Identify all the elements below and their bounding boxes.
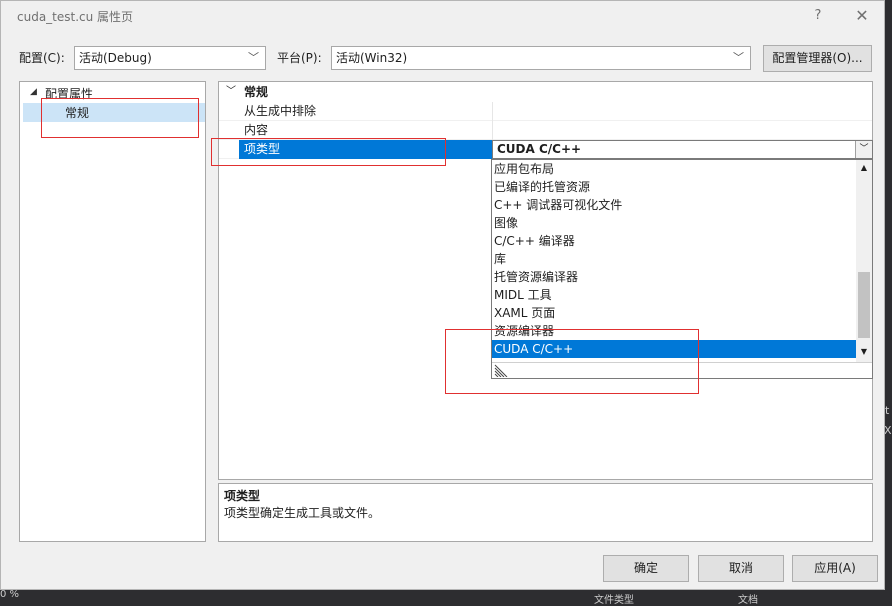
background-text-edge-2: X	[884, 424, 892, 437]
property-row-exclude[interactable]: 从生成中排除	[219, 102, 872, 121]
config-combobox[interactable]: 活动(Debug) ﹀	[74, 46, 266, 70]
dialog-title: cuda_test.cu 属性页	[17, 10, 134, 24]
dropdown-item[interactable]: 已编译的托管资源	[492, 178, 858, 196]
description-text: 项类型确定生成工具或文件。	[224, 506, 381, 520]
background-text-mid: 文件类型	[594, 595, 634, 606]
property-name: 从生成中排除	[244, 104, 317, 118]
dropdown-item[interactable]: XAML 页面	[492, 304, 858, 322]
category-row[interactable]: ﹀ 常规	[219, 82, 872, 102]
description-panel: 项类型 项类型确定生成工具或文件。	[218, 483, 873, 542]
scroll-down-icon[interactable]: ▼	[856, 344, 872, 360]
description-title: 项类型	[224, 489, 261, 503]
help-button[interactable]: ?	[807, 3, 829, 29]
annotation-box-item-type	[211, 138, 446, 166]
column-divider	[492, 121, 493, 140]
dropdown-item[interactable]: MIDL 工具	[492, 286, 858, 304]
combobox-drop-button[interactable]: ﹀	[855, 141, 872, 158]
tree-expand-icon[interactable]: ◢	[30, 87, 37, 97]
apply-button[interactable]: 应用(A)	[792, 555, 878, 582]
background-text-edge-1: t	[885, 404, 890, 417]
item-type-combobox[interactable]: CUDA C/C++ ﹀	[492, 140, 873, 159]
close-button[interactable]: ✕	[849, 3, 875, 29]
platform-label: 平台(P):	[277, 51, 322, 65]
dropdown-item[interactable]: C/C++ 编译器	[492, 232, 858, 250]
platform-combobox[interactable]: 活动(Win32) ﹀	[331, 46, 751, 70]
config-manager-button[interactable]: 配置管理器(O)...	[763, 45, 872, 72]
dropdown-item[interactable]: C++ 调试器可视化文件	[492, 196, 858, 214]
dropdown-scrollbar[interactable]: ▲ ▼	[856, 160, 872, 362]
chevron-down-icon: ﹀	[248, 51, 259, 64]
chevron-down-icon: ﹀	[859, 144, 869, 154]
chevron-down-icon: ﹀	[733, 51, 744, 64]
dropdown-item[interactable]: 托管资源编译器	[492, 268, 858, 286]
config-combobox-value: 活动(Debug)	[79, 51, 152, 65]
ok-button[interactable]: 确定	[603, 555, 689, 582]
column-divider	[492, 102, 493, 121]
collapse-chevron-icon: ﹀	[226, 86, 236, 97]
dropdown-item[interactable]: 图像	[492, 214, 858, 232]
config-label: 配置(C):	[19, 51, 65, 65]
category-title: 常规	[244, 85, 269, 99]
close-icon: ✕	[855, 6, 869, 25]
background-text-right: 文档	[738, 595, 758, 606]
scrollbar-thumb[interactable]	[858, 272, 870, 338]
annotation-box-cuda-option	[445, 329, 699, 394]
scroll-up-icon[interactable]: ▲	[856, 160, 872, 176]
dropdown-item[interactable]: 库	[492, 250, 858, 268]
cancel-button[interactable]: 取消	[698, 555, 784, 582]
property-pages-dialog: cuda_test.cu 属性页 ? ✕ 配置(C): 活动(Debug) ﹀ …	[0, 0, 885, 590]
platform-combobox-value: 活动(Win32)	[336, 51, 408, 65]
item-type-value: CUDA C/C++	[497, 142, 582, 156]
background-ide-fragment	[0, 590, 892, 600]
property-tree: ◢ 配置属性 常规	[19, 81, 206, 542]
annotation-box-tree-general	[41, 98, 199, 138]
background-text-left: 0 %	[0, 589, 20, 600]
dropdown-item[interactable]: 应用包布局	[492, 160, 858, 178]
